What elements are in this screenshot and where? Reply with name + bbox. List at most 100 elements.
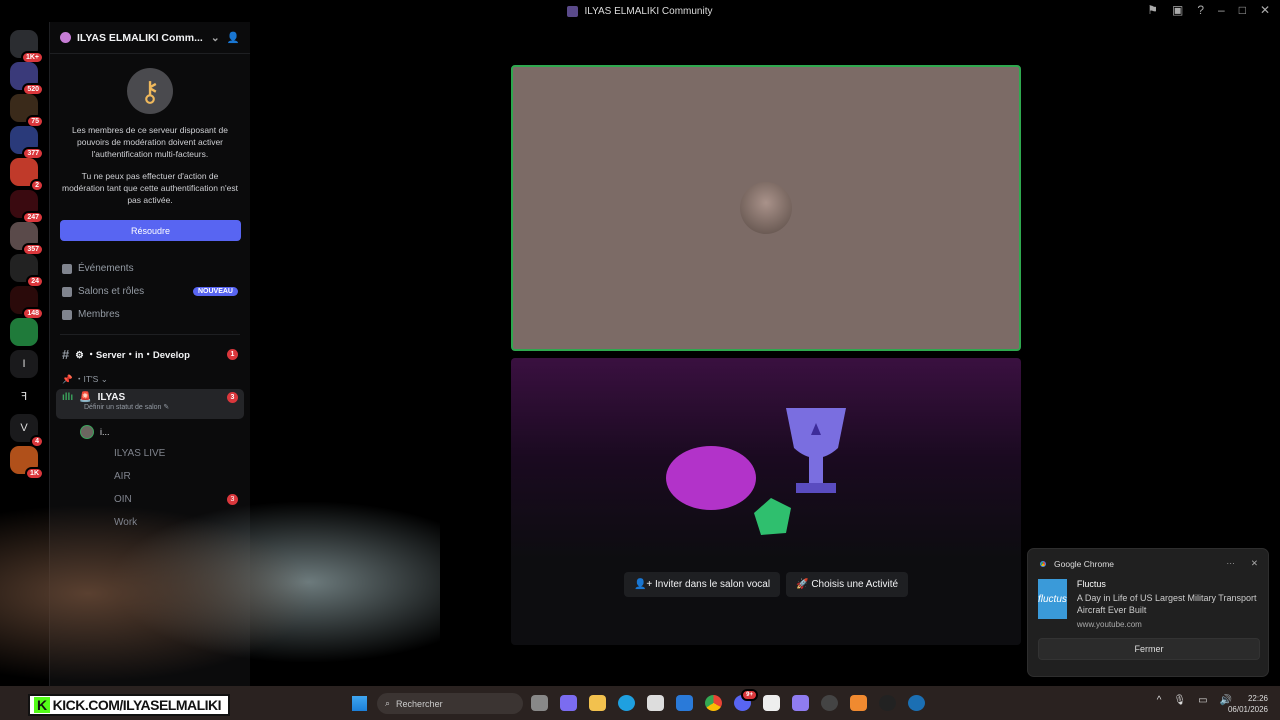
flag-icon[interactable]: ⚑ bbox=[1147, 3, 1158, 17]
window-title: ILYAS ELMALIKI Community bbox=[584, 5, 713, 17]
network-icon[interactable]: ▭ bbox=[1198, 695, 1207, 706]
video-tile[interactable] bbox=[511, 65, 1021, 351]
choose-activity-button[interactable]: 🚀 Choisis une Activité bbox=[786, 572, 909, 597]
notification-app: Google Chrome bbox=[1054, 558, 1115, 569]
invite-voice-button[interactable]: 👤+ Inviter dans le salon vocal bbox=[623, 572, 781, 597]
windows-start-icon[interactable] bbox=[352, 696, 367, 711]
channel-label: OIN bbox=[114, 494, 132, 505]
discord-badge: 9+ bbox=[741, 689, 758, 701]
voice-active-icon: ıllı bbox=[62, 392, 74, 403]
user-avatar bbox=[740, 182, 792, 234]
server-name: ILYAS ELMALIKI Comm... bbox=[77, 31, 203, 44]
category-label: ・IT'S bbox=[74, 374, 99, 384]
notification-message: A Day in Life of US Largest Military Tra… bbox=[1076, 593, 1257, 615]
search-placeholder: Rechercher bbox=[396, 698, 443, 709]
notification-source: www.youtube.com bbox=[1076, 620, 1142, 629]
chrome-icon[interactable] bbox=[705, 695, 722, 711]
channel-item[interactable]: OIN 3 bbox=[50, 489, 250, 512]
copilot-icon[interactable] bbox=[560, 695, 577, 711]
taskbar-search[interactable]: ⌕ Rechercher bbox=[377, 693, 523, 714]
server-icon-1[interactable]: 520 bbox=[10, 62, 44, 96]
mfa-text-2: Tu ne peux pas effectuer d'action de mod… bbox=[62, 171, 238, 205]
edge-icon[interactable] bbox=[618, 695, 635, 711]
kick-text: KICK.COM/ILYASELMALIKI bbox=[52, 697, 222, 713]
new-badge: NOUVEAU bbox=[192, 287, 238, 296]
close-icon[interactable]: ✕ bbox=[1260, 3, 1270, 17]
resolve-button[interactable]: Résoudre bbox=[60, 220, 241, 241]
microphone-icon[interactable]: 🎙 bbox=[1173, 695, 1186, 706]
server-label: ꟻ bbox=[20, 390, 28, 403]
server-icon-6[interactable]: 357 bbox=[10, 222, 44, 256]
nav-members[interactable]: Membres bbox=[50, 303, 250, 326]
inbox-icon[interactable]: ▣ bbox=[1172, 3, 1183, 17]
server-icon bbox=[567, 5, 579, 17]
avatar bbox=[80, 425, 94, 439]
server-icon-12[interactable]: V4 bbox=[10, 414, 44, 448]
title-bar: ILYAS ELMALIKI Community ⚑ ▣ ? – □ ✕ bbox=[0, 0, 1280, 22]
close-notification-button[interactable]: Fermer bbox=[1038, 638, 1260, 660]
server-icon-9[interactable] bbox=[10, 318, 38, 346]
voice-channel-ilyas[interactable]: ıllı 🚨 ILYAS 3 Définir un statut de salon ✎ bbox=[56, 389, 244, 419]
nav-channels-roles[interactable]: Salons et rôles NOUVEAU bbox=[50, 280, 250, 303]
voice-label: ILYAS bbox=[97, 392, 126, 403]
set-status-link[interactable]: Définir un statut de salon bbox=[84, 404, 161, 411]
channel-sidebar: ILYAS ELMALIKI Comm... ⌄ 👤 ⚷ Les membres… bbox=[49, 22, 250, 686]
app-icon[interactable] bbox=[850, 695, 867, 711]
discord-icon[interactable]: 9+ bbox=[734, 689, 758, 711]
clock[interactable]: 22:26 06/01/2026 bbox=[1228, 693, 1268, 715]
outlook-icon[interactable] bbox=[676, 695, 693, 711]
store-icon[interactable] bbox=[647, 695, 664, 711]
nav-events[interactable]: Événements bbox=[50, 257, 250, 280]
server-icon-5[interactable]: 247 bbox=[10, 190, 44, 224]
server-header[interactable]: ILYAS ELMALIKI Comm... ⌄ 👤 bbox=[50, 22, 250, 54]
steam-icon[interactable] bbox=[908, 695, 925, 711]
app-icon-2[interactable] bbox=[879, 695, 896, 711]
notification-title: Fluctus bbox=[1076, 579, 1106, 589]
more-icon[interactable]: ··· bbox=[1226, 558, 1235, 569]
activity-label: Choisis une Activité bbox=[811, 579, 899, 590]
server-icon-13[interactable]: 1K bbox=[10, 446, 44, 480]
voice-user[interactable]: i... bbox=[50, 421, 250, 443]
share-icon[interactable] bbox=[763, 695, 780, 711]
file-explorer-icon[interactable] bbox=[589, 695, 606, 711]
server-icon-11[interactable]: ꟻ bbox=[10, 382, 38, 410]
mfa-text: Les membres de ce serveur disposant de p… bbox=[72, 125, 228, 159]
mention-badge: 3 bbox=[227, 494, 238, 505]
channel-server-develop[interactable]: # ⚙ ・Server・in・Develop 1 bbox=[50, 343, 250, 365]
server-icon-8[interactable]: 148 bbox=[10, 286, 44, 320]
task-view-icon[interactable] bbox=[531, 695, 548, 711]
close-icon[interactable]: ✕ bbox=[1251, 558, 1258, 569]
chevron-up-icon[interactable]: ^ bbox=[1157, 695, 1162, 706]
nav-label: Événements bbox=[78, 263, 134, 274]
server-icon-7[interactable]: 24 bbox=[10, 254, 44, 288]
chevron-down-icon[interactable]: ⌄ bbox=[211, 32, 220, 44]
server-rail: 1K+ 520 75 377 2 247 357 24 148 I ꟻ V 4 1K bbox=[0, 22, 48, 686]
shell-icon bbox=[666, 446, 756, 510]
server-icon-10[interactable]: I bbox=[10, 350, 38, 378]
help-icon[interactable]: ? bbox=[1197, 3, 1204, 17]
game-icon[interactable] bbox=[792, 695, 809, 711]
mention-badge: 3 bbox=[227, 392, 238, 403]
nav-label: Salons et rôles bbox=[78, 286, 145, 297]
category-its[interactable]: 📌 ・IT'S ⌄ bbox=[50, 365, 250, 387]
chrome-notification[interactable]: Google Chrome ··· ✕ fluctus Fluctus A Day … bbox=[1027, 548, 1269, 677]
key-icon: ⚷ bbox=[127, 68, 173, 114]
members-icon bbox=[62, 309, 72, 320]
server-icon-0[interactable]: 1K+ bbox=[10, 30, 44, 64]
maximize-icon[interactable]: □ bbox=[1239, 3, 1246, 17]
add-member-icon[interactable]: 👤 bbox=[227, 31, 240, 44]
obs-icon[interactable] bbox=[821, 695, 838, 711]
server-label: I bbox=[22, 358, 26, 370]
server-icon-4[interactable]: 2 bbox=[10, 158, 44, 192]
pencil-icon[interactable]: ✎ bbox=[163, 404, 169, 411]
channel-item[interactable]: Work bbox=[50, 512, 250, 535]
add-user-icon: 👤+ bbox=[633, 579, 653, 590]
minimize-icon[interactable]: – bbox=[1218, 3, 1225, 17]
server-icon-2[interactable]: 75 bbox=[10, 94, 44, 128]
gem-icon bbox=[754, 498, 791, 535]
server-icon-3[interactable]: 377 bbox=[10, 126, 44, 160]
kick-logo: K bbox=[34, 697, 50, 713]
channel-item[interactable]: AIR bbox=[50, 466, 250, 489]
channel-item[interactable]: ILYAS LIVE bbox=[50, 443, 250, 466]
notification-thumbnail: fluctus bbox=[1038, 579, 1067, 619]
